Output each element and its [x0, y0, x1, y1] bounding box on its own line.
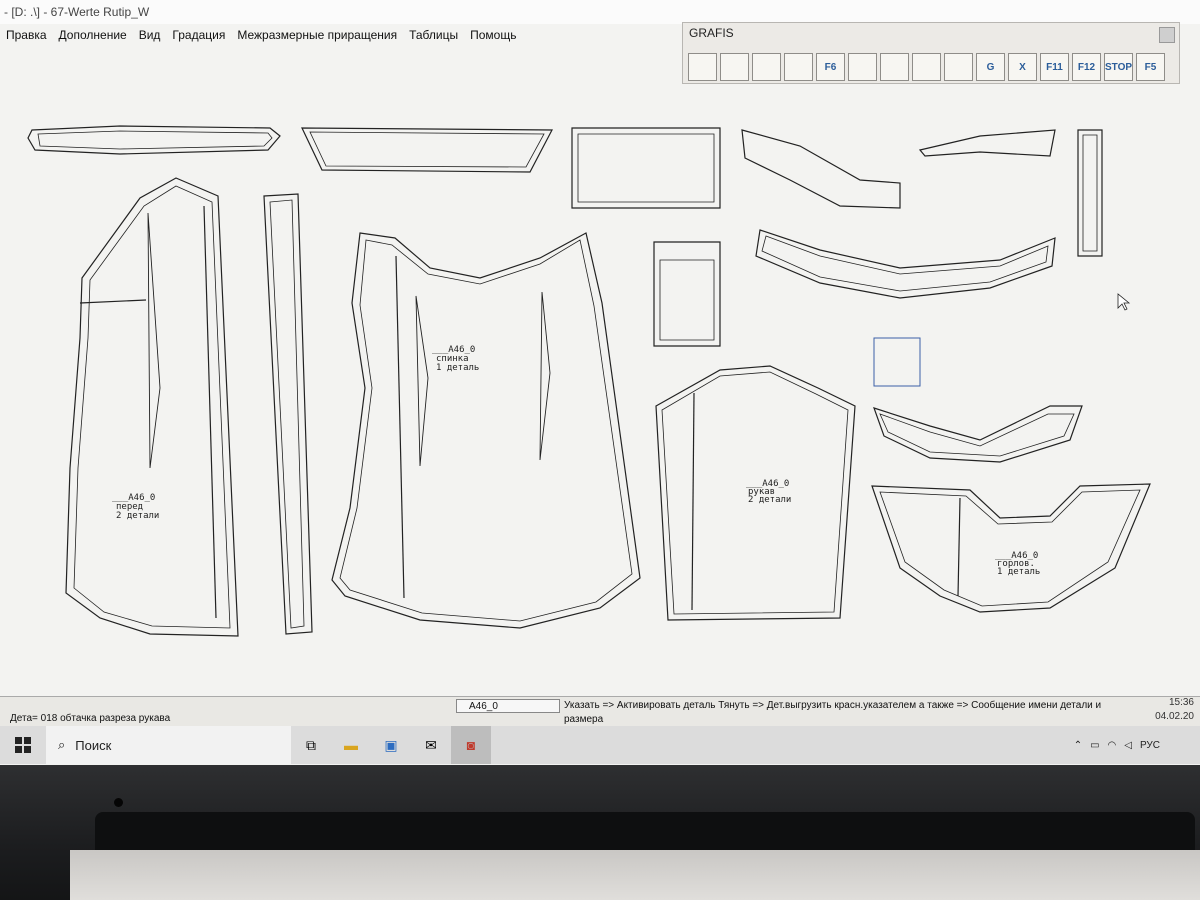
pattern-piece-small-rect [653, 241, 721, 347]
battery-icon[interactable]: ▭ [1090, 740, 1099, 751]
pattern-piece-neckline [871, 483, 1151, 613]
size-field[interactable]: A46_0 [456, 699, 560, 713]
clock-time: 15:36 [1168, 697, 1194, 708]
ruler-icon[interactable] [880, 53, 909, 81]
store-icon[interactable]: ▣ [371, 726, 411, 764]
menu-tables[interactable]: Таблицы [403, 24, 464, 46]
search-label: Поиск [75, 737, 112, 753]
zoom-icon[interactable] [784, 53, 813, 81]
taskbar: ⌕ Поиск ⧉ ▬ ▣ ✉ ◙ ⌃ ▭ ◠ ◁ РУС 15:36 04.0… [0, 697, 1200, 764]
language-indicator[interactable]: РУС [1140, 740, 1160, 751]
chevron-up-icon[interactable]: ⌃ [1074, 740, 1082, 751]
table-x-icon[interactable]: X [1008, 53, 1037, 81]
mouse-cursor-icon [1117, 293, 1131, 311]
volume-icon[interactable]: ◁ [1124, 740, 1132, 751]
search-icon: ⌕ [58, 737, 66, 752]
pattern-piece-selected [873, 337, 921, 387]
keyboard-deck [70, 850, 1200, 900]
wifi-icon[interactable]: ◠ [1108, 740, 1117, 751]
close-icon[interactable] [1159, 27, 1175, 43]
download-icon[interactable] [912, 53, 941, 81]
print-icon[interactable] [752, 53, 781, 81]
f12-icon[interactable]: F12 [1072, 53, 1101, 81]
neckline-label-count: 1 деталь [997, 567, 1040, 577]
front-label-count: 2 детали [116, 511, 159, 521]
pattern-piece-waist-band [755, 229, 1056, 299]
pattern-piece-yoke [301, 127, 553, 173]
status-bar: A46_0 Указать => Активировать деталь Тян… [0, 696, 1200, 727]
menu-view[interactable]: Вид [133, 24, 167, 46]
pattern-piece-back [331, 232, 641, 629]
menu-bar: Правка Дополнение Вид Градация Межразмер… [0, 24, 680, 46]
pattern-canvas[interactable]: ___A46_0 перед 2 детали ___A46_0 спинка … [0, 88, 1195, 698]
menu-size-increments[interactable]: Межразмерные приращения [231, 24, 403, 46]
grading-icon[interactable]: G [976, 53, 1005, 81]
windows-start-button[interactable] [0, 726, 46, 764]
status-hint: Указать => Активировать деталь Тянуть =>… [564, 700, 1102, 725]
laptop-screen: - [D: .\] - 67-Werte Rutip_W Правка Допо… [0, 0, 1200, 765]
menu-edit[interactable]: Правка [0, 24, 53, 46]
grafis-title: GRAFIS [689, 26, 734, 40]
windows-logo-icon [15, 737, 31, 753]
pattern-piece-pocket [571, 127, 721, 209]
task-view-icon[interactable]: ⧉ [291, 726, 331, 764]
grafis-toolbar-panel: GRAFIS F6 G X F11 F12 STOP F5 [682, 22, 1180, 84]
file-explorer-icon[interactable]: ▬ [331, 726, 371, 764]
f5-icon[interactable]: F5 [1136, 53, 1165, 81]
pattern-piece-collar-strip [27, 125, 281, 155]
menu-grading[interactable]: Градация [166, 24, 231, 46]
pattern-piece-curved-band [741, 129, 901, 209]
pattern-piece-front [65, 177, 239, 637]
status-piece-info: Дета= 018 обтачка разреза рукава [10, 713, 171, 724]
mail-icon[interactable]: ✉ [411, 726, 451, 764]
menu-help[interactable]: Помощь [464, 24, 522, 46]
open-folder-icon[interactable] [688, 53, 717, 81]
bezel-dot [114, 798, 123, 807]
save-icon[interactable] [720, 53, 749, 81]
download-all-icon[interactable] [944, 53, 973, 81]
sleeve-label-count: 2 детали [748, 495, 791, 505]
menu-addons[interactable]: Дополнение [53, 24, 133, 46]
fit-icon[interactable]: F6 [816, 53, 845, 81]
window-title: - [D: .\] - 67-Werte Rutip_W [0, 0, 1200, 24]
f11-icon[interactable]: F11 [1040, 53, 1069, 81]
stop-icon[interactable]: STOP [1104, 53, 1133, 81]
clock[interactable]: 15:36 04.02.20 [1155, 696, 1194, 724]
system-tray: ⌃ ▭ ◠ ◁ РУС [1074, 726, 1160, 764]
tool-row: F6 G X F11 F12 STOP F5 [688, 53, 1165, 81]
copy-icon[interactable] [848, 53, 877, 81]
clock-date: 04.02.20 [1155, 711, 1194, 722]
grafis-app-icon[interactable]: ◙ [451, 726, 491, 764]
back-label-count: 1 деталь [436, 363, 479, 373]
taskbar-search[interactable]: ⌕ Поиск [46, 726, 291, 764]
pattern-piece-placket [1077, 129, 1103, 257]
